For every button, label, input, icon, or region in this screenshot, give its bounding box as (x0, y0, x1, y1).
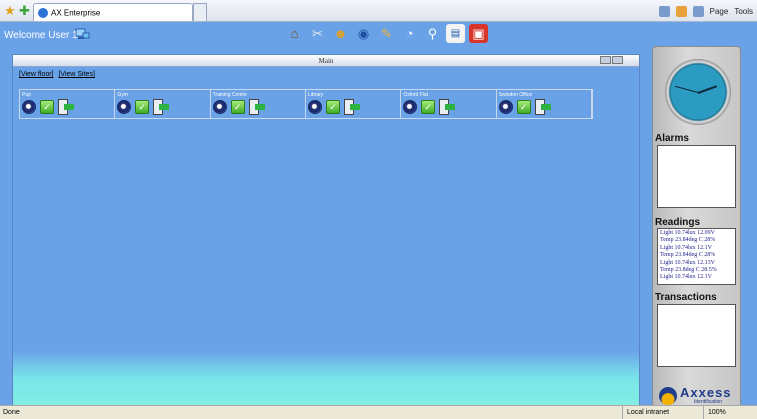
maximize-button[interactable] (612, 56, 623, 64)
axxess-logo-mark (659, 387, 677, 405)
check-icon[interactable]: ✓ (325, 100, 340, 114)
site-name: Pop (22, 92, 31, 98)
network-computer-icon (75, 28, 90, 39)
view-sites-link[interactable]: [View Sites] (58, 71, 94, 78)
camera-icon[interactable] (403, 100, 418, 114)
page-menu[interactable]: Page (710, 7, 729, 16)
command-bar: Page Tools (658, 4, 753, 18)
site-name: Training Centre (212, 92, 247, 98)
favorites-star-icon[interactable]: ★ (4, 4, 17, 17)
camera-icon[interactable] (22, 100, 36, 114)
browser-tab[interactable]: AX Enterprise (33, 3, 193, 21)
lock-icon[interactable]: ▣ (469, 24, 488, 43)
logo-name: Axxess (680, 385, 732, 400)
readings-heading: Readings (655, 217, 701, 228)
door-exit-icon[interactable] (534, 99, 553, 115)
welcome-text: Welcome User 1 (4, 30, 78, 41)
site-name: Gym (117, 92, 128, 98)
door-exit-icon[interactable] (153, 99, 171, 115)
clock-hour-hand (697, 85, 718, 94)
app-area: Welcome User 1 ⌂ ✂ ☻ ◉ ✎ ◔ ⚲ ▤ ▣ Main [V… (0, 22, 757, 417)
browser-toolbar: ★ ✚ AX Enterprise Page Tools (0, 0, 757, 22)
main-window: Main [View floor] [View Sites] Pop ✓ Gym (12, 54, 640, 416)
site-name: Library (307, 92, 324, 98)
reading-item: Light 10.74lux 12.1V (660, 274, 712, 281)
home-icon[interactable] (658, 5, 670, 17)
home-icon[interactable]: ⌂ (285, 24, 304, 43)
security-zone: Local intranet (622, 406, 669, 419)
main-window-title: Main (318, 57, 334, 65)
status-bar: Done Local intranet 100% (0, 405, 757, 419)
search-icon[interactable]: ⚲ (423, 24, 442, 43)
report-icon[interactable]: ✎ (377, 24, 396, 43)
print-icon[interactable] (692, 5, 704, 17)
users-icon[interactable]: ☻ (331, 24, 350, 43)
camera-icon[interactable] (498, 100, 513, 114)
card-icon[interactable]: ▤ (446, 24, 465, 43)
transactions-box[interactable] (657, 304, 736, 367)
tools-icon[interactable]: ✂ (308, 24, 327, 43)
site-tile[interactable]: Pop ✓ (20, 90, 116, 118)
door-exit-icon[interactable] (439, 99, 457, 115)
site-name: Swindon Office (498, 92, 533, 98)
site-tile[interactable]: Gym ✓ (115, 90, 211, 118)
side-panel: Alarms Readings Light 10.74lux 12.09V Te… (652, 46, 741, 417)
check-icon[interactable]: ✓ (135, 100, 150, 114)
alarms-heading: Alarms (655, 133, 689, 144)
clock-icon[interactable]: ◔ (400, 24, 419, 43)
new-tab-button[interactable] (193, 3, 207, 21)
transactions-heading: Transactions (655, 292, 717, 303)
main-window-titlebar: Main (13, 55, 639, 67)
minimize-button[interactable] (600, 56, 611, 64)
zoom-level[interactable]: 100% (703, 406, 726, 419)
camera-icon[interactable] (307, 100, 322, 114)
site-tile[interactable]: Training Centre ✓ (211, 90, 306, 118)
site-name: Oxford Flat (403, 92, 429, 98)
window-controls (600, 56, 623, 64)
reading-item: Temp 23.8deg C 28.5% (660, 267, 717, 274)
check-icon[interactable]: ✓ (516, 100, 531, 114)
view-links: [View floor] [View Sites] (19, 71, 98, 78)
door-exit-icon[interactable] (248, 99, 267, 115)
reading-item: Light 10.74lux 12.1V (660, 244, 712, 251)
door-exit-icon[interactable] (343, 99, 362, 115)
camera-icon[interactable] (117, 100, 132, 114)
add-favorite-icon[interactable]: ✚ (19, 4, 32, 17)
check-icon[interactable]: ✓ (421, 100, 436, 114)
camera-icon[interactable] (212, 100, 227, 114)
feeds-icon[interactable] (675, 5, 687, 17)
status-text: Done (3, 409, 20, 416)
clock-minute-hand (674, 85, 699, 93)
door-exit-icon[interactable] (58, 99, 76, 115)
ie-icon (38, 8, 48, 19)
reading-item: Light 10.74lux 12.09V (660, 230, 715, 236)
sites-strip: Pop ✓ Gym ✓ Training Centre ✓ Library ✓ … (19, 89, 593, 119)
site-tile[interactable]: Swindon Office ✓ (497, 90, 592, 118)
analog-clock (665, 59, 731, 125)
reading-item: Temp 23.84deg C 28% (660, 252, 716, 259)
tools-menu[interactable]: Tools (734, 7, 753, 16)
axxess-logo: Axxess Identification (659, 385, 732, 405)
globe-icon[interactable]: ◉ (354, 24, 373, 43)
site-tile[interactable]: Oxford Flat ✓ (401, 90, 497, 118)
check-icon[interactable]: ✓ (40, 100, 54, 114)
alarms-box[interactable] (657, 145, 736, 208)
check-icon[interactable]: ✓ (230, 100, 245, 114)
site-tile[interactable]: Library ✓ (306, 90, 402, 118)
reading-item: Temp 23.84deg C 28% (660, 237, 716, 244)
reading-item: Light 10.74lux 12.13V (660, 259, 715, 266)
main-toolbar: ⌂ ✂ ☻ ◉ ✎ ◔ ⚲ ▤ ▣ (285, 24, 488, 43)
readings-box[interactable]: Light 10.74lux 12.09V Temp 23.84deg C 28… (657, 228, 736, 285)
tab-title: AX Enterprise (51, 8, 101, 18)
view-floor-link[interactable]: [View floor] (19, 71, 54, 78)
